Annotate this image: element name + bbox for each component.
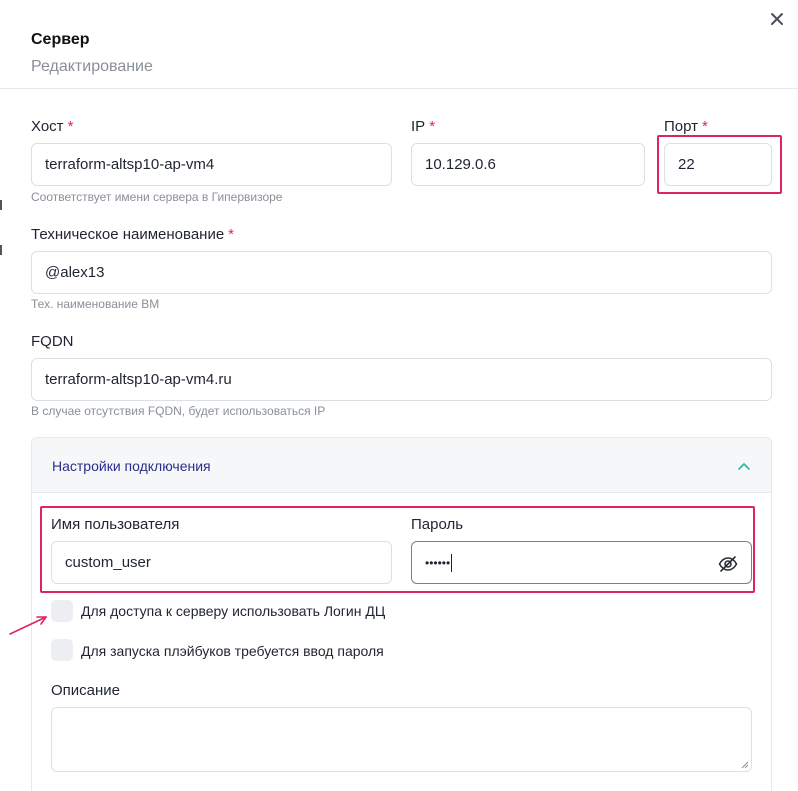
modal-title: Сервер <box>31 31 90 48</box>
fqdn-input[interactable]: terraform-altsp10-ap-vm4.ru <box>31 358 772 401</box>
username-input[interactable]: custom_user <box>51 541 392 584</box>
annotation-arrow-icon <box>9 616 47 635</box>
password-label: Пароль <box>411 516 464 533</box>
chevron-up-icon <box>738 463 750 470</box>
required-marker: * <box>702 118 708 135</box>
connection-settings-header[interactable]: Настройки подключения <box>32 438 771 493</box>
ip-label: IP * <box>411 118 436 135</box>
tech-name-label: Техническое наименование * <box>31 226 235 243</box>
password-input[interactable]: •••••• <box>411 541 752 584</box>
port-input[interactable]: 22 <box>664 143 772 186</box>
close-icon <box>771 13 783 25</box>
tech-name-hint: Тех. наименование ВМ <box>31 297 160 311</box>
username-label: Имя пользователя <box>51 516 180 533</box>
background-edge-mark <box>0 200 2 210</box>
playbook-password-checkbox[interactable] <box>51 639 73 661</box>
playbook-password-checkbox-label[interactable]: Для запуска плэйбуков требуется ввод пар… <box>81 643 384 659</box>
resize-handle-icon[interactable] <box>739 759 749 769</box>
host-input[interactable]: terraform-altsp10-ap-vm4 <box>31 143 392 186</box>
tech-name-input[interactable]: @alex13 <box>31 251 772 294</box>
required-marker: * <box>228 226 235 243</box>
host-hint: Соответствует имени сервера в Гипервизор… <box>31 190 283 204</box>
text-caret <box>451 553 453 572</box>
description-label: Описание <box>51 682 121 699</box>
toggle-password-visibility-button[interactable] <box>717 553 739 575</box>
required-marker: * <box>429 118 436 135</box>
connection-settings-title: Настройки подключения <box>52 458 211 474</box>
server-edit-modal: Сервер Редактирование Хост * terraform-al… <box>0 0 798 791</box>
dc-login-checkbox-label[interactable]: Для доступа к серверу использовать Логин… <box>81 603 385 619</box>
description-textarea[interactable] <box>51 707 752 772</box>
close-button[interactable] <box>766 8 788 30</box>
required-marker: * <box>67 118 74 135</box>
modal-header: Сервер Редактирование <box>0 0 798 89</box>
port-label: Порт * <box>664 118 708 135</box>
modal-subtitle: Редактирование <box>31 58 153 75</box>
fqdn-label: FQDN <box>31 333 74 350</box>
background-edge-mark <box>0 245 2 255</box>
host-label: Хост * <box>31 118 74 135</box>
fqdn-hint: В случае отсутствия FQDN, будет использо… <box>31 404 326 418</box>
eye-off-icon <box>718 556 738 572</box>
ip-input[interactable]: 10.129.0.6 <box>411 143 645 186</box>
